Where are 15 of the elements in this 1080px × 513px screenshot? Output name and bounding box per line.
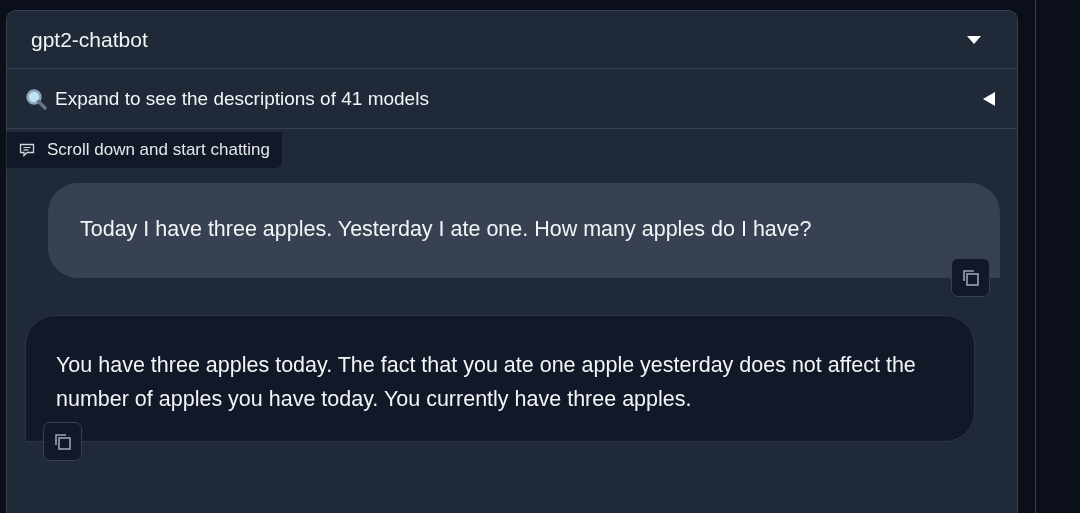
copy-icon <box>961 268 980 287</box>
copy-icon <box>53 432 72 451</box>
model-dropdown[interactable]: gpt2-chatbot <box>7 11 1017 69</box>
message-text: Today I have three apples. Yesterday I ate one. How many apples do I have? <box>80 217 813 242</box>
accordion-header[interactable]: Expand to see the descriptions of 41 models <box>7 69 1017 129</box>
magnifier-icon <box>25 87 47 110</box>
accordion-label: Expand to see the descriptions of 41 models <box>55 87 430 110</box>
copy-button[interactable] <box>43 422 82 461</box>
collapse-triangle-icon <box>983 91 995 106</box>
dropdown-value: gpt2-chatbot <box>31 27 148 52</box>
message-text: You have three apples today. The fact that you ate one apple yesterday does not affect the number of apples you have today. You currently have three apples. <box>56 352 917 413</box>
copy-button[interactable] <box>951 258 990 297</box>
chatbot-label-text: Scroll down and start chatting <box>47 140 270 160</box>
chat-icon <box>19 143 35 157</box>
caret-icon <box>967 35 981 44</box>
